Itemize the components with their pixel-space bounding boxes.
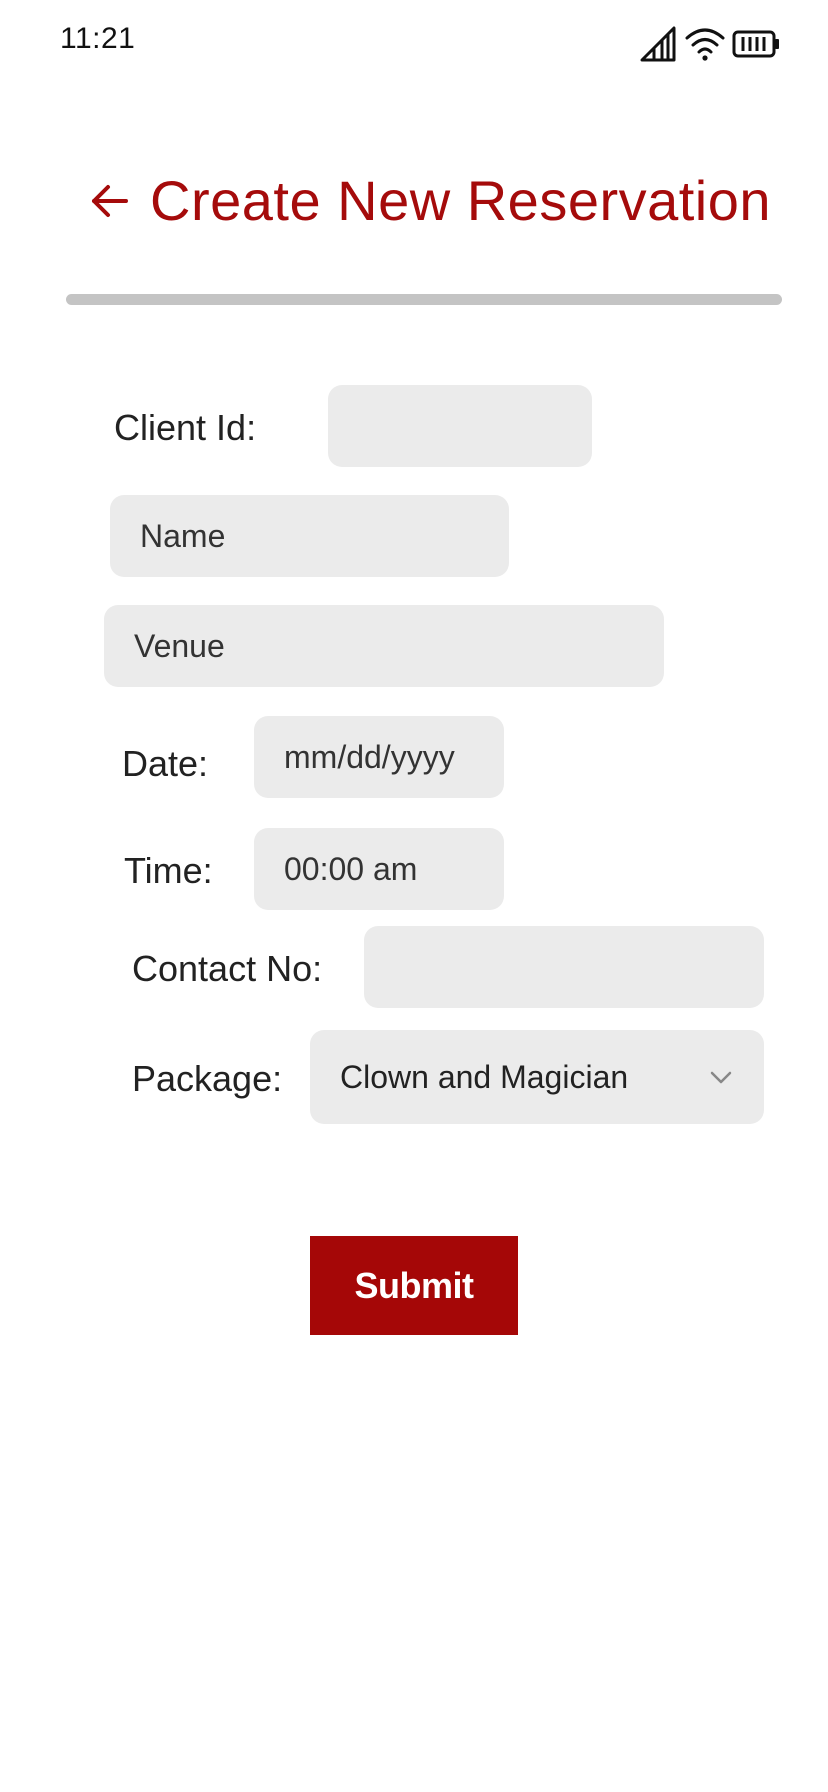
package-label: Package: [132,1058,283,1099]
package-select[interactable]: Clown and Magician [310,1030,764,1124]
chevron-down-icon [710,1071,732,1084]
time-label: Time: [124,850,213,891]
signal-icon [640,26,676,62]
header-divider [66,294,782,305]
arrow-left-icon[interactable] [88,180,130,222]
venue-input[interactable] [104,605,664,687]
package-selected-value: Clown and Magician [340,1058,629,1095]
battery-icon [732,30,779,58]
date-input[interactable] [254,716,504,798]
wifi-icon [685,28,725,61]
date-label: Date: [122,743,209,784]
page-header: Create New Reservation [88,168,771,233]
status-icons [640,24,780,64]
page-title: Create New Reservation [150,169,772,232]
client-id-label: Client Id: [114,407,257,448]
name-input[interactable] [110,495,509,577]
contact-no-input[interactable] [364,926,764,1008]
client-id-input[interactable] [328,385,592,467]
time-input[interactable] [254,828,504,910]
status-time: 11:21 [60,22,136,55]
contact-no-label: Contact No: [132,948,323,989]
submit-button[interactable]: Submit [310,1236,518,1335]
